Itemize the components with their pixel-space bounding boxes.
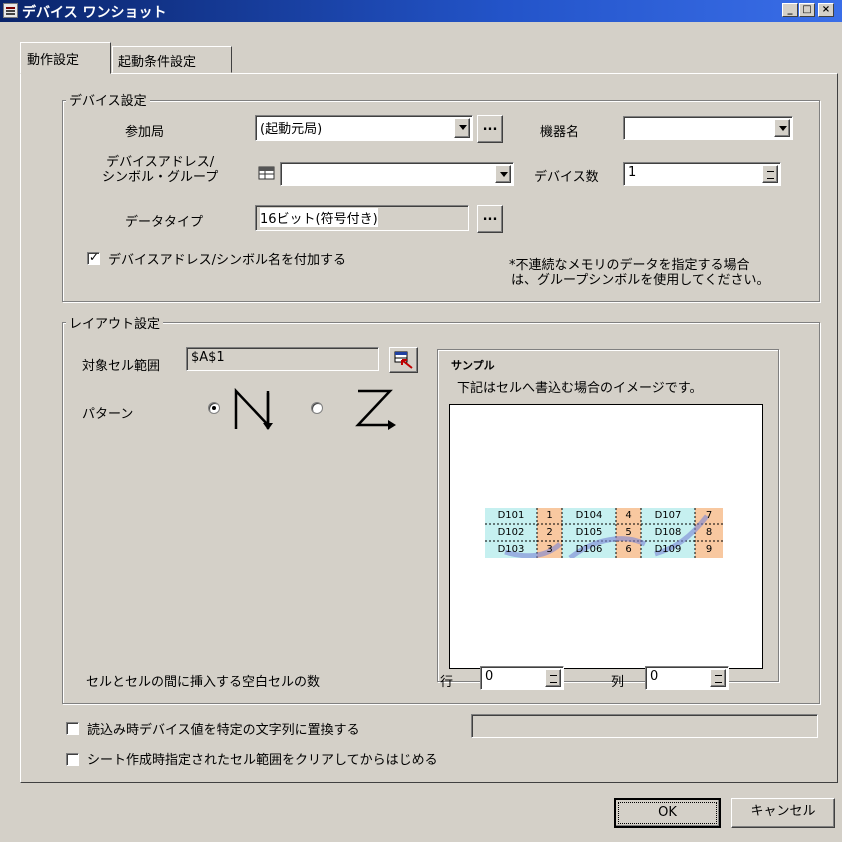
address-input-icon[interactable] bbox=[255, 162, 279, 184]
sample-cell: 4 bbox=[625, 510, 632, 521]
sample-cell: 9 bbox=[705, 544, 713, 555]
layout-settings-title: レイアウト設定 bbox=[66, 313, 164, 332]
datatype-label: データタイプ bbox=[125, 215, 204, 230]
datatype-browse-button[interactable]: ... bbox=[477, 205, 503, 233]
datatype-field: 16ビット(符号付き) bbox=[255, 205, 469, 231]
station-browse-button[interactable]: ... bbox=[477, 115, 503, 143]
maximize-button[interactable]: □ bbox=[799, 3, 815, 17]
tab-start-condition-settings[interactable]: 起動条件設定 bbox=[112, 46, 232, 73]
replace-value-field[interactable] bbox=[471, 714, 818, 738]
machine-name-label: 機器名 bbox=[540, 125, 580, 140]
sample-cell: 1 bbox=[546, 510, 553, 521]
sample-title: サンプル bbox=[451, 359, 495, 372]
clear-range-label: シート作成時指定されたセル範囲をクリアしてからはじめる bbox=[87, 753, 438, 768]
replace-value-label: 読込み時デバイス値を特定の文字列に置換する bbox=[87, 723, 360, 738]
window-title: デバイス ワンショット bbox=[22, 5, 167, 21]
sample-grid: D101 1 D104 4 D107 7 D102 2 D105 5 D108 … bbox=[485, 508, 725, 558]
close-button[interactable]: × bbox=[818, 3, 834, 17]
pattern-vertical-icon bbox=[234, 387, 273, 430]
stepper-arrows-icon[interactable] bbox=[762, 165, 778, 183]
sample-cell: D104 bbox=[575, 510, 603, 521]
tab-operation-settings[interactable]: 動作設定 bbox=[20, 42, 111, 74]
chevron-down-icon[interactable] bbox=[774, 119, 790, 137]
append-name-label: デバイスアドレス/シンボル名を付加する bbox=[108, 253, 346, 268]
sample-cell: D106 bbox=[575, 544, 603, 555]
ok-button[interactable]: OK bbox=[614, 798, 721, 828]
device-count-stepper[interactable]: 1 bbox=[623, 162, 781, 186]
device-address-label: デバイスアドレス/ シンボル・グループ bbox=[102, 155, 219, 185]
machine-name-select[interactable] bbox=[623, 116, 793, 140]
row-spacing-stepper[interactable]: 0 bbox=[480, 666, 564, 690]
sample-cell: 6 bbox=[625, 544, 632, 555]
sample-cell: D105 bbox=[575, 527, 603, 538]
sample-cell: D109 bbox=[654, 544, 682, 555]
sample-cell: 7 bbox=[705, 510, 713, 521]
stepper-arrows-icon[interactable] bbox=[545, 669, 561, 687]
chevron-down-icon[interactable] bbox=[495, 165, 511, 183]
cell-select-button[interactable] bbox=[389, 347, 418, 373]
sample-cell: D107 bbox=[654, 510, 682, 521]
title-bar[interactable]: デバイス ワンショット _ □ × bbox=[0, 0, 842, 22]
cell-range-label: 対象セル範囲 bbox=[82, 359, 161, 374]
pattern-label: パターン bbox=[82, 407, 134, 422]
sample-cell: 2 bbox=[546, 527, 553, 538]
column-spacing-stepper[interactable]: 0 bbox=[645, 666, 729, 690]
sample-cell: D103 bbox=[497, 544, 525, 555]
blank-cells-label: セルとセルの間に挿入する空白セルの数 bbox=[86, 675, 321, 690]
stepper-arrows-icon[interactable] bbox=[710, 669, 726, 687]
station-label: 参加局 bbox=[125, 125, 165, 140]
chevron-down-icon[interactable] bbox=[454, 118, 470, 138]
replace-value-checkbox[interactable] bbox=[66, 722, 79, 735]
sample-cell: D102 bbox=[497, 527, 525, 538]
sample-caption: 下記はセルへ書込む場合のイメージです。 bbox=[457, 381, 703, 396]
dialog-window: デバイス ワンショット _ □ × 動作設定 起動条件設定 デバイス設定 参加局… bbox=[0, 0, 842, 842]
pattern-horizontal-icon bbox=[355, 389, 396, 430]
minimize-button[interactable]: _ bbox=[782, 3, 798, 17]
cell-picker-icon bbox=[394, 351, 413, 369]
clear-range-checkbox[interactable] bbox=[66, 753, 79, 766]
sample-cell: 3 bbox=[546, 544, 553, 555]
note-text: *不連続なメモリのデータを指定する場合 は、グループシンボルを使用してください。 bbox=[509, 258, 770, 288]
pattern-vertical-radio[interactable] bbox=[208, 402, 220, 414]
sample-cell: 5 bbox=[625, 527, 632, 538]
device-settings-title: デバイス設定 bbox=[66, 90, 150, 109]
device-address-select[interactable] bbox=[280, 162, 514, 186]
app-icon bbox=[3, 3, 18, 18]
sample-cell: D108 bbox=[654, 527, 682, 538]
column-label: 列 bbox=[611, 675, 625, 690]
row-label: 行 bbox=[440, 675, 454, 690]
station-select[interactable]: (起動元局) bbox=[255, 115, 473, 141]
device-count-label: デバイス数 bbox=[534, 170, 599, 185]
cell-range-field[interactable]: $A$1 bbox=[186, 347, 379, 371]
pattern-horizontal-radio[interactable] bbox=[311, 402, 323, 414]
cancel-button[interactable]: キャンセル bbox=[731, 798, 835, 828]
append-name-checkbox[interactable] bbox=[87, 250, 100, 265]
sample-cell: D101 bbox=[497, 510, 525, 521]
sample-cell: 8 bbox=[705, 527, 713, 538]
